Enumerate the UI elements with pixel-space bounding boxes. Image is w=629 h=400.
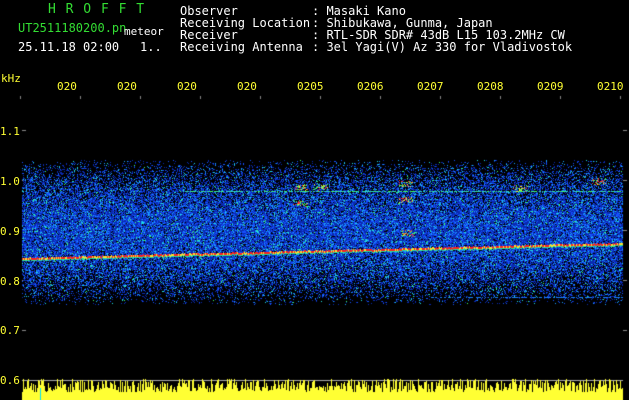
x-tick: 020 (237, 80, 257, 93)
spectrogram-window: H R O F F T UT2511180200.pn meteor 25.11… (0, 0, 629, 400)
x-tick: 0207 (417, 80, 444, 93)
file-name: UT2511180200.pn (18, 21, 127, 35)
y-tick: 0.6 (0, 374, 20, 387)
x-tick: 020 (177, 80, 197, 93)
x-tick: 0209 (537, 80, 564, 93)
date-time: 25.11.18 02:00 (18, 40, 120, 54)
count: 1.. (140, 40, 162, 54)
x-tick: 0205 (297, 80, 324, 93)
x-tick: 0210 (597, 80, 624, 93)
x-tick: 020 (57, 80, 77, 93)
x-tick: 020 (117, 80, 137, 93)
meteor-label: meteor (124, 25, 164, 38)
y-tick: 0.8 (0, 275, 20, 288)
unit-label: kHz (1, 72, 21, 85)
value-antenna: : 3el Yagi(V) Az 330 for Vladivostok (312, 40, 573, 54)
x-tick: 0206 (357, 80, 384, 93)
y-tick: 1.1 (0, 125, 20, 138)
y-tick: 0.7 (0, 324, 20, 337)
spectrogram-canvas (0, 0, 629, 400)
y-tick: 1.0 (0, 175, 20, 188)
x-tick: 0208 (477, 80, 504, 93)
y-tick: 0.9 (0, 225, 20, 238)
label-antenna: Receiving Antenna (180, 40, 303, 54)
app-title: H R O F F T (48, 2, 146, 17)
